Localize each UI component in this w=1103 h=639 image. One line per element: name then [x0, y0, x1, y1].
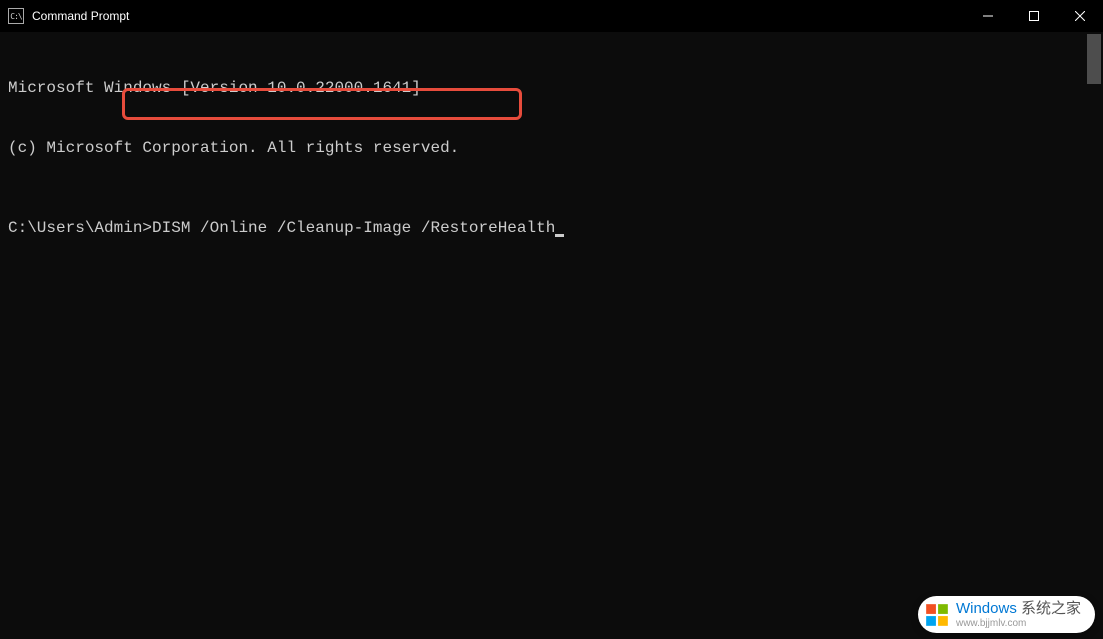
- watermark-brand: Windows: [956, 600, 1017, 617]
- minimize-button[interactable]: [965, 0, 1011, 32]
- prompt-path: C:\Users\Admin>: [8, 219, 152, 237]
- watermark-url: www.bjjmlv.com: [956, 618, 1081, 629]
- windows-logo-icon: [924, 602, 950, 628]
- command-input-text[interactable]: DISM /Online /Cleanup-Image /RestoreHeal…: [152, 219, 555, 237]
- prompt-line: C:\Users\Admin>DISM /Online /Cleanup-Ima…: [8, 218, 1095, 238]
- version-line: Microsoft Windows [Version 10.0.22000.16…: [8, 78, 1095, 98]
- close-button[interactable]: [1057, 0, 1103, 32]
- window-title: Command Prompt: [32, 9, 965, 23]
- watermark: Windows 系统之家 www.bjjmlv.com: [918, 596, 1095, 633]
- cursor: [555, 234, 564, 237]
- titlebar: C:\ Command Prompt: [0, 0, 1103, 32]
- terminal-output[interactable]: Microsoft Windows [Version 10.0.22000.16…: [0, 32, 1103, 284]
- copyright-line: (c) Microsoft Corporation. All rights re…: [8, 138, 1095, 158]
- command-prompt-icon: C:\: [8, 8, 24, 24]
- watermark-text: Windows 系统之家 www.bjjmlv.com: [956, 600, 1081, 629]
- maximize-button[interactable]: [1011, 0, 1057, 32]
- window-controls: [965, 0, 1103, 32]
- scrollbar-thumb[interactable]: [1087, 34, 1101, 84]
- watermark-brand-cn: 系统之家: [1017, 600, 1081, 617]
